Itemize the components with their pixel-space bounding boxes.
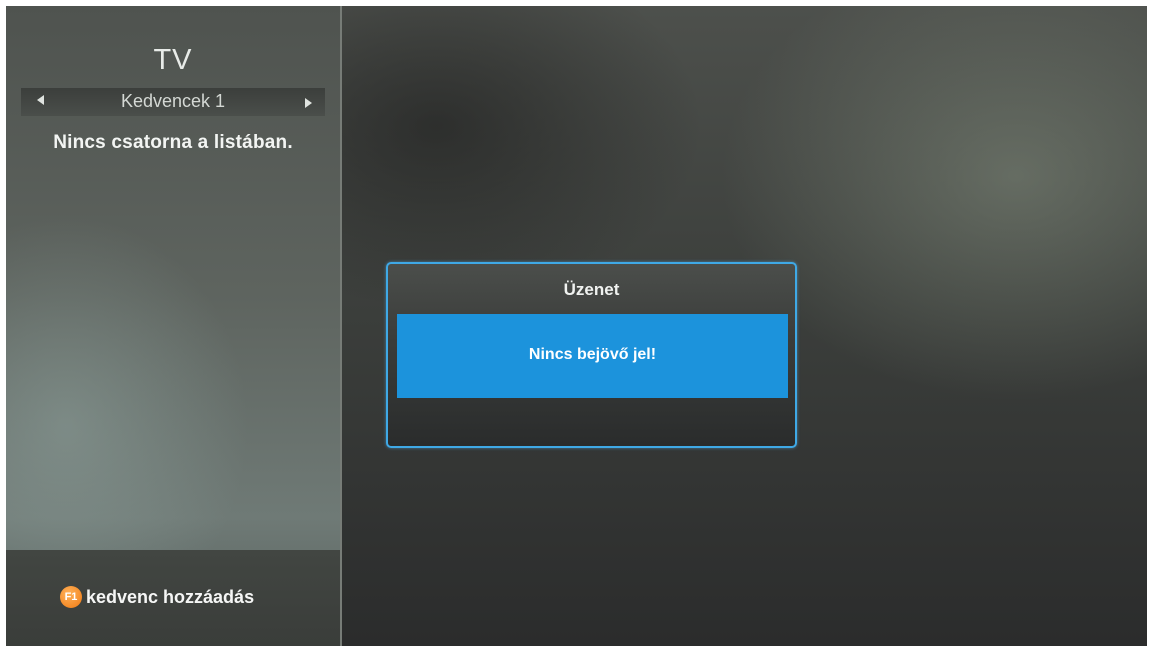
dialog-message-box[interactable]: Nincs bejövő jel! — [397, 314, 788, 398]
empty-list-message: Nincs csatorna a listában. — [53, 132, 293, 153]
channel-list-panel: TV Kedvencek 1 Nincs csatorna a listában… — [6, 6, 342, 646]
f1-key-icon: F1 — [60, 586, 82, 608]
add-favorite-label: kedvenc hozzáadás — [86, 586, 255, 607]
favorites-list-selector[interactable]: Kedvencek 1 — [21, 88, 325, 116]
tv-screen: TV Kedvencek 1 Nincs csatorna a listában… — [6, 6, 1147, 646]
panel-footer: F1 kedvenc hozzáadás — [6, 550, 340, 646]
panel-title: TV — [153, 44, 193, 76]
add-favorite-hint[interactable]: F1 kedvenc hozzáadás — [60, 586, 254, 608]
message-dialog: Üzenet Nincs bejövő jel! — [386, 262, 797, 448]
dialog-title: Üzenet — [563, 280, 620, 299]
arrow-right-icon[interactable] — [305, 98, 312, 108]
no-signal-message: Nincs bejövő jel! — [528, 346, 657, 363]
favorites-list-name: Kedvencek 1 — [120, 91, 226, 111]
